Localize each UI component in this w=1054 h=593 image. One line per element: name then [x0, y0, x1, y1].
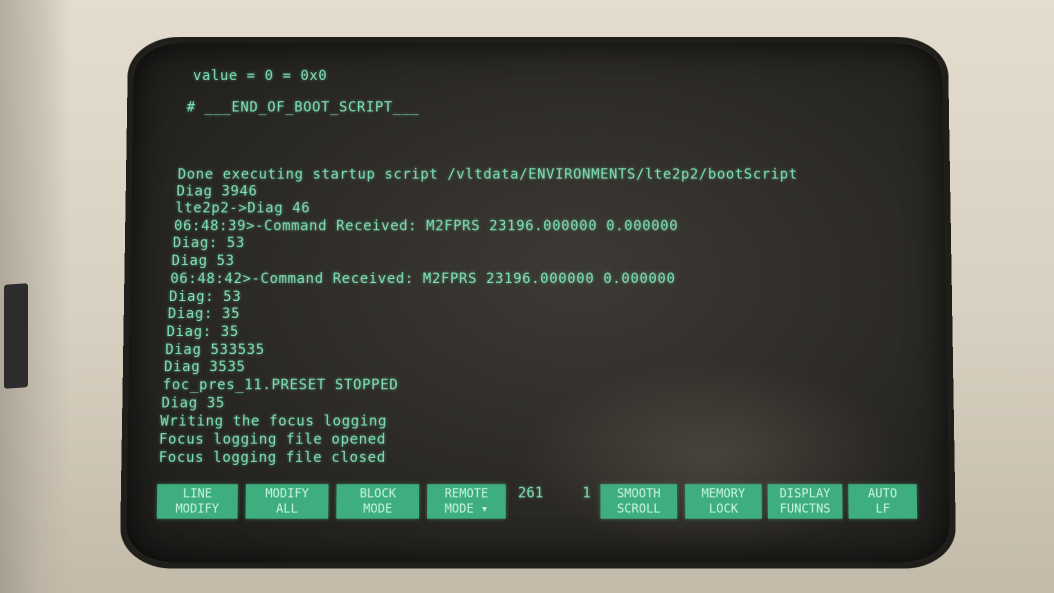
terminal-line: Diag 35 — [161, 395, 226, 412]
softkey-label-top: AUTO — [867, 486, 898, 501]
softkey-label-bottom: ALL — [275, 501, 298, 516]
terminal-line: 06:48:42>-Command Received: M2FPRS 23196… — [170, 271, 676, 288]
softkey-label-top: MEMORY — [701, 486, 746, 501]
softkey-label-bottom: LF — [875, 501, 891, 516]
terminal-line: Diag 3946 — [176, 183, 258, 200]
softkey-label-top: LINE — [182, 486, 213, 501]
softkey-display-functns[interactable]: DISPLAY FUNCTNS — [767, 484, 843, 519]
terminal-line: value = 0 = 0x0 — [192, 68, 328, 84]
terminal-line: Diag 533535 — [165, 342, 265, 359]
softkey-label-bottom: MODE — [363, 501, 393, 516]
softkey-label-top: MODIFY — [265, 486, 310, 501]
terminal-line: foc_pres_11.PRESET STOPPED — [162, 377, 399, 394]
softkey-remote-mode[interactable]: REMOTE MODE ▾ — [427, 484, 506, 519]
softkey-label-top: REMOTE — [444, 486, 489, 501]
terminal-line: Diag: 53 — [172, 235, 245, 252]
terminal-line: Diag: 53 — [168, 289, 242, 305]
crt-screen: value = 0 = 0x0 # ___END_OF_BOOT_SCRIPT_… — [125, 42, 951, 563]
softkey-label-top: SMOOTH — [616, 486, 661, 501]
softkey-label-top: BLOCK — [359, 486, 397, 501]
cursor-col-indicator: 1 — [582, 485, 591, 502]
softkey-modify-all[interactable]: MODIFY ALL — [245, 484, 329, 519]
terminal-line: Focus logging file closed — [158, 449, 386, 466]
terminal-line: Diag: 35 — [166, 324, 239, 341]
screen-glare — [519, 360, 904, 553]
terminal-line: Diag: 35 — [167, 305, 241, 323]
terminal-line: Diag 53 — [171, 253, 235, 270]
softkey-block-mode[interactable]: BLOCK MODE — [336, 484, 420, 519]
terminal-line: Writing the focus logging — [160, 413, 388, 430]
terminal-line: lte2p2->Diag 46 — [175, 200, 311, 217]
terminal-line: Done executing startup script /vltdata/E… — [177, 166, 798, 183]
terminal-line: Focus logging file opened — [158, 431, 386, 448]
softkey-smooth-scroll[interactable]: SMOOTH SCROLL — [600, 484, 678, 519]
monitor-clip — [4, 283, 28, 389]
softkey-label-bottom: FUNCTNS — [779, 501, 831, 516]
softkey-line-modify[interactable]: LINE MODIFY — [156, 484, 238, 519]
cursor-row-indicator: 261 — [517, 485, 544, 502]
softkey-label-bottom: MODE ▾ — [444, 501, 489, 516]
softkey-label-bottom: SCROLL — [616, 501, 661, 516]
softkey-label-bottom: LOCK — [708, 501, 739, 516]
softkey-label-bottom: MODIFY — [175, 501, 220, 516]
terminal-line: 06:48:39>-Command Received: M2FPRS 23196… — [173, 218, 679, 235]
softkey-auto-lf[interactable]: AUTO LF — [848, 484, 918, 519]
softkey-label-top: DISPLAY — [779, 486, 831, 501]
terminal-line: Diag 3535 — [163, 359, 246, 376]
terminal-line: # ___END_OF_BOOT_SCRIPT___ — [186, 99, 420, 116]
softkey-memory-lock[interactable]: MEMORY LOCK — [685, 484, 762, 519]
